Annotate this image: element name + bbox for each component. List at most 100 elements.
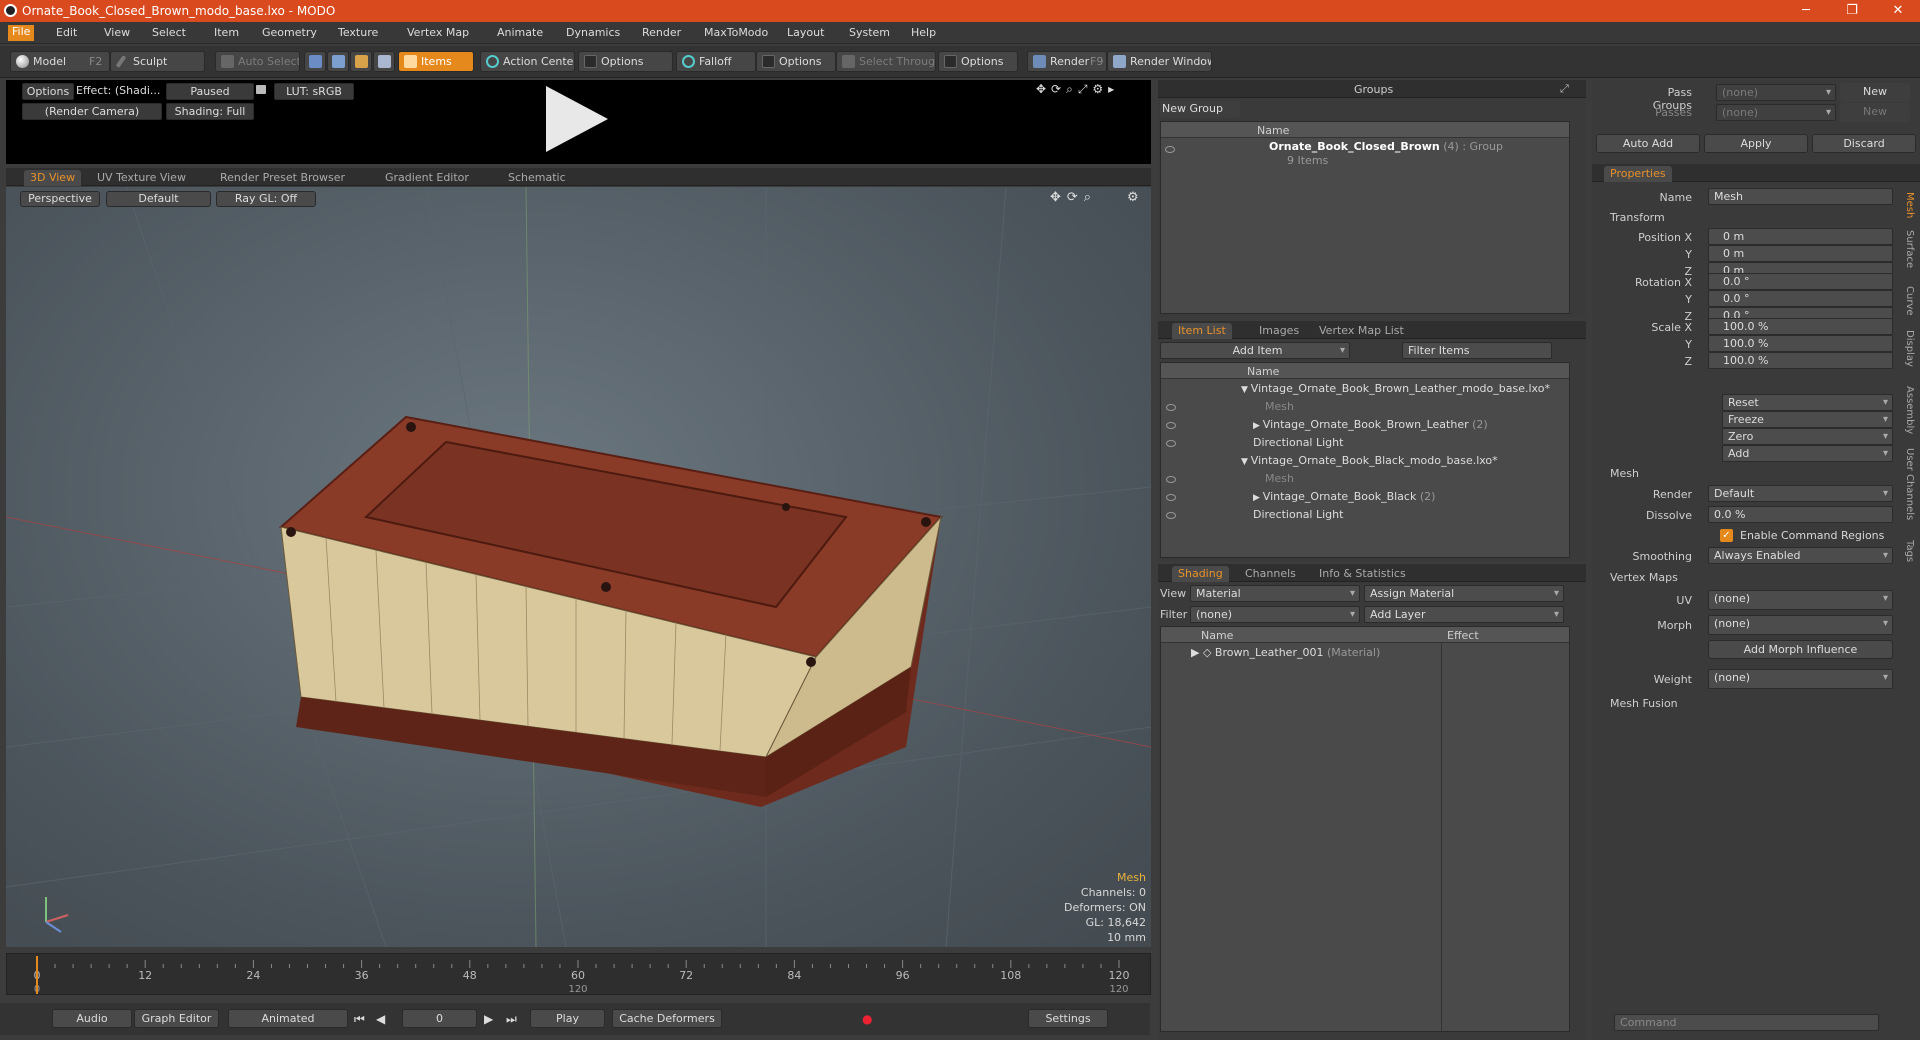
list-item[interactable]: Mesh: [1265, 398, 1294, 416]
graph-editor-button[interactable]: Graph Editor: [134, 1009, 219, 1028]
list-item[interactable]: Directional Light: [1253, 506, 1343, 524]
close-icon[interactable]: ✕: [1875, 0, 1920, 22]
new-group-button[interactable]: New Group: [1160, 101, 1240, 118]
eye-icon[interactable]: [1166, 476, 1176, 483]
minimize-icon[interactable]: ─: [1783, 0, 1829, 22]
menu-help[interactable]: Help: [911, 26, 936, 39]
side-tab-surface[interactable]: Surface: [1904, 230, 1915, 268]
edge-select-button[interactable]: [327, 51, 349, 72]
animated-dropdown[interactable]: Animated: [228, 1009, 348, 1028]
action-center-button[interactable]: Action Center: [480, 51, 575, 72]
expand-icon[interactable]: ⤢: [1560, 82, 1569, 96]
mesh-fusion-section[interactable]: Mesh Fusion: [1610, 697, 1678, 710]
falloff-options-button[interactable]: Options: [756, 51, 836, 72]
tab-images[interactable]: Images: [1253, 323, 1305, 339]
eye-icon[interactable]: [1166, 494, 1176, 501]
polygon-select-button[interactable]: [350, 51, 372, 72]
mesh-section[interactable]: Mesh: [1610, 467, 1639, 480]
vertex-maps-section[interactable]: Vertex Maps: [1610, 571, 1678, 584]
reset-dropdown[interactable]: Reset: [1722, 394, 1893, 411]
side-tab-tags[interactable]: Tags: [1904, 540, 1915, 562]
side-tab-mesh[interactable]: Mesh: [1904, 192, 1915, 218]
menu-select[interactable]: Select: [152, 26, 186, 39]
tab-3d-view[interactable]: 3D View: [24, 170, 82, 186]
tab-item-list[interactable]: Item List: [1172, 323, 1232, 339]
expand-arrow-icon[interactable]: ▼: [1241, 385, 1251, 395]
menu-file[interactable]: File: [8, 25, 35, 41]
last-frame-icon[interactable]: ⏭: [506, 1012, 517, 1027]
settings-button[interactable]: Settings: [1028, 1009, 1108, 1028]
menu-animate[interactable]: Animate: [497, 26, 543, 39]
pos-field[interactable]: 0 m: [1708, 245, 1893, 262]
rot-field[interactable]: 0.0 °: [1708, 273, 1893, 290]
scl-field[interactable]: 100.0 %: [1708, 335, 1893, 352]
eye-icon[interactable]: [1166, 512, 1176, 519]
expand-arrow-icon[interactable]: ▶: [1253, 421, 1263, 431]
add-item-dropdown[interactable]: Add Item: [1160, 342, 1350, 359]
eye-icon[interactable]: [1166, 440, 1176, 447]
viewport-nav-icons[interactable]: ✥⟳⌕: [1050, 190, 1097, 205]
add-morph-influence-button[interactable]: Add Morph Influence: [1708, 640, 1893, 659]
smoothing-dropdown[interactable]: Always Enabled: [1708, 547, 1893, 564]
assign-material-dropdown[interactable]: Assign Material: [1364, 585, 1564, 602]
raygl-button[interactable]: Ray GL: Off: [216, 191, 316, 207]
eye-icon[interactable]: [1166, 404, 1176, 411]
preview-paused-button[interactable]: Paused: [166, 83, 254, 100]
maximize-icon[interactable]: ❐: [1829, 0, 1875, 22]
menu-edit[interactable]: Edit: [56, 26, 77, 39]
items-button[interactable]: Items: [398, 51, 474, 72]
shading-button[interactable]: Shading: Full: [166, 103, 254, 120]
tab-schematic[interactable]: Schematic: [502, 170, 572, 186]
view-dropdown[interactable]: Material: [1190, 585, 1360, 602]
transform-section[interactable]: Transform: [1610, 211, 1665, 224]
side-tab-user-channels[interactable]: User Channels: [1904, 448, 1915, 520]
record-icon[interactable]: ●: [862, 1012, 872, 1026]
first-frame-icon[interactable]: ⏮: [354, 1012, 365, 1027]
viewport-3d[interactable]: Perspective Default Ray GL: Off ✥⟳⌕ ⚙ Me…: [6, 187, 1151, 947]
shader-row-material[interactable]: ▶ ◇ Brown_Leather_001 (Material): [1191, 644, 1380, 662]
falloff-button[interactable]: Falloff: [676, 51, 756, 72]
perspective-button[interactable]: Perspective: [20, 191, 100, 207]
expand-arrow-icon[interactable]: ▼: [1241, 457, 1251, 467]
render-window-button[interactable]: Render Window: [1107, 51, 1212, 72]
tab-uv-texture-view[interactable]: UV Texture View: [91, 170, 192, 186]
menu-render[interactable]: Render: [642, 26, 681, 39]
menu-system[interactable]: System: [849, 26, 890, 39]
menu-view[interactable]: View: [104, 26, 130, 39]
pos-field[interactable]: 0 m: [1708, 228, 1893, 245]
default-shading-button[interactable]: Default: [106, 191, 211, 207]
book-model[interactable]: [278, 415, 943, 807]
morph-dropdown[interactable]: (none): [1708, 615, 1893, 635]
uv-dropdown[interactable]: (none): [1708, 590, 1893, 610]
apply-button[interactable]: Apply: [1704, 134, 1808, 153]
pass-groups-dropdown[interactable]: (none): [1716, 84, 1836, 101]
list-item[interactable]: ▶ Vintage_Ornate_Book_Black (2): [1253, 488, 1435, 506]
auto-add-button[interactable]: Auto Add: [1596, 134, 1700, 153]
scl-field[interactable]: 100.0 %: [1708, 318, 1893, 335]
dissolve-field[interactable]: 0.0 %: [1708, 506, 1893, 523]
menu-geometry[interactable]: Geometry: [262, 26, 317, 39]
filter-dropdown[interactable]: (none): [1190, 606, 1360, 623]
menu-vertex-map[interactable]: Vertex Map: [407, 26, 469, 39]
weight-dropdown[interactable]: (none): [1708, 669, 1893, 689]
name-field[interactable]: Mesh: [1708, 188, 1893, 205]
sculpt-button[interactable]: Sculpt: [110, 51, 205, 72]
expand-arrow-icon[interactable]: ▶: [1253, 493, 1263, 503]
play-button[interactable]: Play: [530, 1009, 605, 1028]
tab-properties[interactable]: Properties: [1604, 166, 1672, 182]
cache-deformers-button[interactable]: Cache Deformers: [612, 1009, 722, 1028]
scl-field[interactable]: 100.0 %: [1708, 352, 1893, 369]
add-dropdown[interactable]: Add: [1722, 445, 1893, 462]
enable-command-regions-checkbox[interactable]: ✓: [1720, 529, 1733, 542]
auto-select-button[interactable]: Auto Select: [215, 51, 300, 72]
frame-field[interactable]: 0: [402, 1009, 477, 1028]
render-dropdown[interactable]: Default: [1708, 485, 1893, 502]
side-tab-curve[interactable]: Curve: [1904, 286, 1915, 316]
list-item[interactable]: ▼ Vintage_Ornate_Book_Brown_Leather_modo…: [1241, 380, 1550, 398]
list-item[interactable]: Mesh: [1265, 470, 1294, 488]
new-pass-button[interactable]: New: [1840, 103, 1910, 122]
play-preview-icon[interactable]: [546, 86, 608, 152]
prev-frame-icon[interactable]: ◀: [376, 1012, 385, 1026]
menu-layout[interactable]: Layout: [787, 26, 824, 39]
eye-icon[interactable]: [1165, 146, 1175, 153]
